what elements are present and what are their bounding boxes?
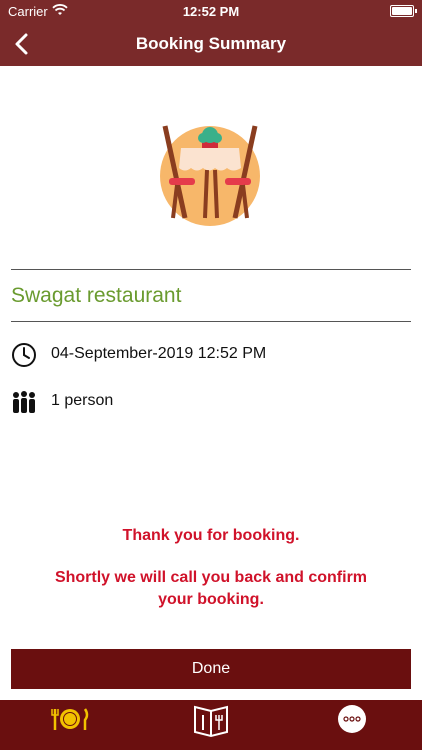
nav-bar: Booking Summary [0,22,422,66]
divider [11,269,411,270]
menu-book-icon[interactable] [181,700,241,750]
restaurant-table-icon [160,125,260,226]
booking-datetime: 04-September-2019 12:52 PM [51,345,267,362]
clock-icon [12,343,36,367]
tab-bar [0,700,422,750]
page-title: Booking Summary [135,34,287,53]
done-button[interactable]: Done [11,649,411,689]
status-bar: Carrier 12:52 PM [0,0,422,22]
divider [11,321,411,322]
restaurant-name: Swagat restaurant [11,284,182,307]
guest-count: 1 person [51,392,114,409]
confirmation-message: Shortly we will call you back and confir… [54,569,368,608]
battery-icon [390,5,417,17]
plate-cutlery-icon[interactable] [40,700,100,750]
clock-time: 12:52 PM [182,4,240,19]
thank-you-message: Thank you for booking. [122,527,300,544]
more-icon[interactable] [322,700,382,750]
people-icon [13,391,35,413]
